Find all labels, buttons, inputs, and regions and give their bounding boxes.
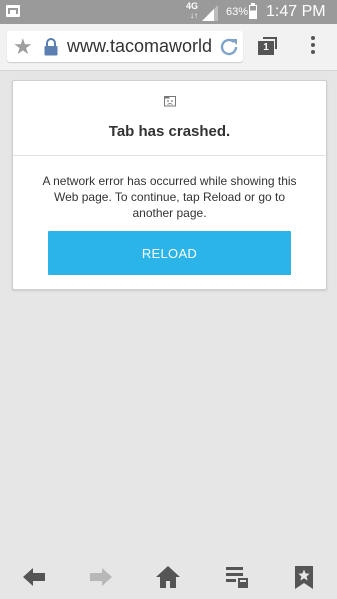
omnibox[interactable]: ★ www.tacomaworld [7, 31, 243, 62]
overflow-menu-icon[interactable] [309, 36, 317, 58]
network-activity-icon: ↓↑ [190, 11, 198, 20]
divider [13, 155, 326, 156]
star-icon[interactable]: ★ [13, 36, 33, 58]
crash-message: A network error has occurred while showi… [42, 174, 297, 220]
reload-icon[interactable] [217, 35, 241, 59]
url-text[interactable]: www.tacomaworld [67, 36, 217, 57]
crash-card: Tab has crashed. A network error has occ… [12, 80, 327, 290]
browser-toolbar: ★ www.tacomaworld 1 [0, 24, 337, 71]
forward-icon[interactable] [88, 564, 114, 590]
network-type: 4G [186, 1, 199, 11]
tabs-icon[interactable]: 1 [258, 37, 280, 57]
signal-icon [202, 5, 218, 21]
tab-count: 1 [258, 41, 274, 55]
sad-tab-icon [164, 96, 176, 107]
battery-percent: 63% [226, 6, 249, 18]
status-bar: 4G ↓↑ 63% 1:47 PM [0, 0, 337, 24]
crash-title: Tab has crashed. [108, 123, 231, 140]
back-icon[interactable] [21, 564, 47, 590]
bookmarks-icon[interactable] [291, 564, 317, 590]
bottom-navigation-bar [0, 552, 337, 599]
home-icon[interactable] [155, 564, 181, 590]
battery-icon [249, 3, 257, 19]
clock: 1:47 PM [266, 3, 326, 20]
reload-button[interactable]: RELOAD [48, 231, 291, 275]
lock-icon[interactable] [43, 38, 59, 56]
mail-notification-icon [6, 5, 20, 17]
reading-list-icon[interactable] [224, 564, 250, 590]
